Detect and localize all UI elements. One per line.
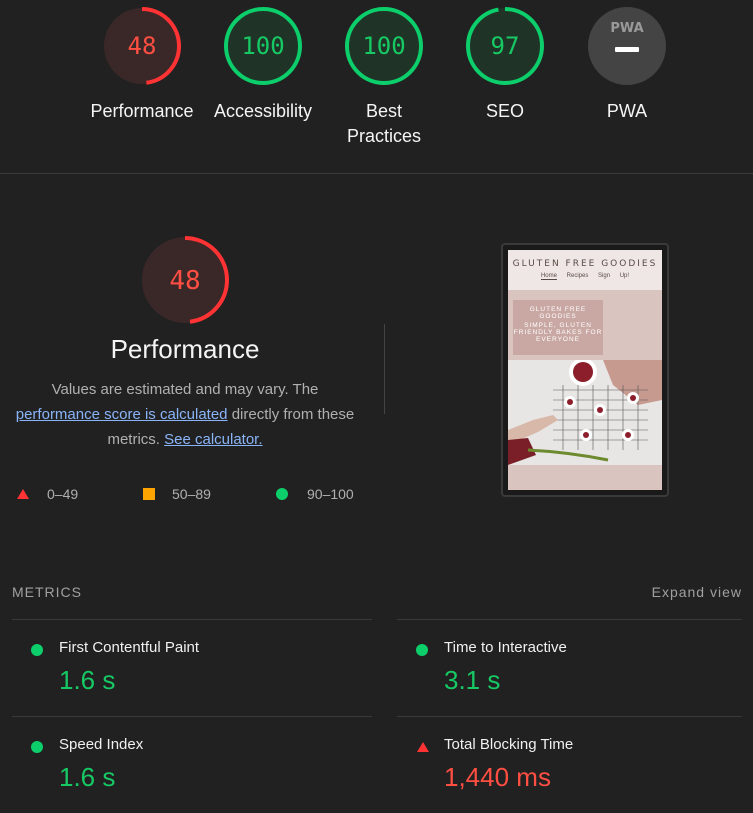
gauge-score: 100 — [241, 32, 284, 60]
gauge-performance[interactable]: 48 Performance — [77, 5, 207, 124]
page-screenshot-thumbnail[interactable]: GLUTEN FREE GOODIES Home Recipes Sign Up… — [501, 243, 669, 497]
gauge-label: Performance — [90, 101, 194, 121]
performance-title: Performance — [110, 334, 260, 364]
baking-photo — [508, 358, 662, 465]
legend-average: 50–89 — [143, 486, 211, 502]
circle-icon — [276, 488, 288, 500]
performance-summary: 48 Performance Values are estimated and … — [10, 234, 360, 452]
metric-speed-index: Speed Index 1.6 s — [12, 716, 372, 813]
pwa-badge-text: PWA — [610, 21, 643, 36]
best-practices-gauge-ring: 100 — [345, 7, 423, 85]
legend-range: 0–49 — [47, 486, 79, 502]
site-title: GLUTEN FREE GOODIES — [512, 259, 658, 269]
category-gauges: 48 Performance 100 Accessibility 100 Bes… — [0, 0, 753, 173]
gauge-label: PWA — [606, 101, 648, 121]
circle-icon — [31, 644, 43, 656]
metric-value: 1.6 s — [59, 762, 116, 792]
legend-pass: 90–100 — [276, 486, 354, 502]
gauge-accessibility[interactable]: 100 Accessibility — [198, 5, 328, 124]
nav-recipes: Recipes — [566, 273, 589, 279]
legend-range: 90–100 — [307, 486, 354, 502]
site-nav: Home Recipes Sign Up! — [508, 273, 662, 280]
triangle-icon — [417, 742, 429, 752]
score-calculated-link[interactable]: performance score is calculated — [16, 406, 228, 423]
accessibility-gauge-ring: 100 — [224, 7, 302, 85]
photo-illustration — [508, 358, 662, 465]
legend-fail: 0–49 — [16, 486, 78, 502]
metric-name: Time to Interactive — [444, 639, 567, 656]
screenshot-screen: GLUTEN FREE GOODIES Home Recipes Sign Up… — [508, 250, 662, 490]
see-calculator-link[interactable]: See calculator. — [164, 431, 262, 448]
metrics-section: METRICS Expand view First Contentful Pai… — [0, 575, 753, 798]
performance-description: Values are estimated and may vary. The p… — [10, 377, 360, 452]
pwa-badge-icon: PWA — [588, 7, 666, 85]
circle-icon — [416, 644, 428, 656]
hero-subtitle: SIMPLE, GLUTEN FRIENDLY BAKES FOR EVERYO… — [513, 322, 603, 343]
gauge-label: SEO — [485, 101, 524, 121]
square-icon — [143, 488, 155, 500]
gauge-score: 97 — [491, 32, 520, 60]
nav-home: Home — [540, 273, 557, 280]
metrics-header: METRICS — [12, 584, 82, 600]
hero-section: GLUTEN FREE GOODIES SIMPLE, GLUTEN FRIEN… — [508, 295, 662, 360]
gauge-pwa[interactable]: PWA PWA — [562, 5, 692, 124]
hero-title: GLUTEN FREE GOODIES — [529, 306, 587, 320]
metric-name: Speed Index — [59, 736, 144, 753]
hero-text-box: GLUTEN FREE GOODIES SIMPLE, GLUTEN FRIEN… — [513, 300, 603, 355]
metric-time-to-interactive: Time to Interactive 3.1 s — [397, 619, 742, 716]
gauge-best-practices[interactable]: 100 Best Practices — [319, 5, 449, 149]
metric-first-contentful-paint: First Contentful Paint 1.6 s — [12, 619, 372, 716]
description-text: Values are estimated and may vary. The — [51, 381, 319, 398]
circle-icon — [31, 741, 43, 753]
gauge-label: Best Practices — [346, 101, 422, 146]
legend-range: 50–89 — [172, 486, 211, 502]
performance-gauge-large: 48 — [141, 236, 229, 324]
gauge-score: 100 — [362, 32, 405, 60]
gauge-score: 48 — [128, 32, 157, 60]
gauge-seo[interactable]: 97 SEO — [440, 5, 570, 124]
metric-name: First Contentful Paint — [59, 639, 200, 656]
triangle-icon — [17, 489, 29, 499]
expand-view-toggle[interactable]: Expand view — [652, 584, 742, 600]
metric-total-blocking-time: Total Blocking Time 1,440 ms — [397, 716, 742, 813]
site-header: GLUTEN FREE GOODIES Home Recipes Sign Up… — [508, 250, 662, 290]
score-legend: 0–49 50–89 90–100 — [16, 486, 366, 508]
metric-name: Total Blocking Time — [444, 736, 574, 753]
metric-value: 1.6 s — [59, 665, 116, 695]
nav-signup: Sign Up! — [598, 273, 630, 279]
vertical-separator — [384, 324, 385, 414]
seo-gauge-ring: 97 — [466, 7, 544, 85]
gauge-label: Accessibility — [213, 101, 313, 121]
metric-value: 1,440 ms — [444, 762, 551, 792]
performance-gauge-ring: 48 — [103, 7, 181, 85]
metric-value: 3.1 s — [444, 665, 501, 695]
performance-score: 48 — [169, 266, 200, 296]
